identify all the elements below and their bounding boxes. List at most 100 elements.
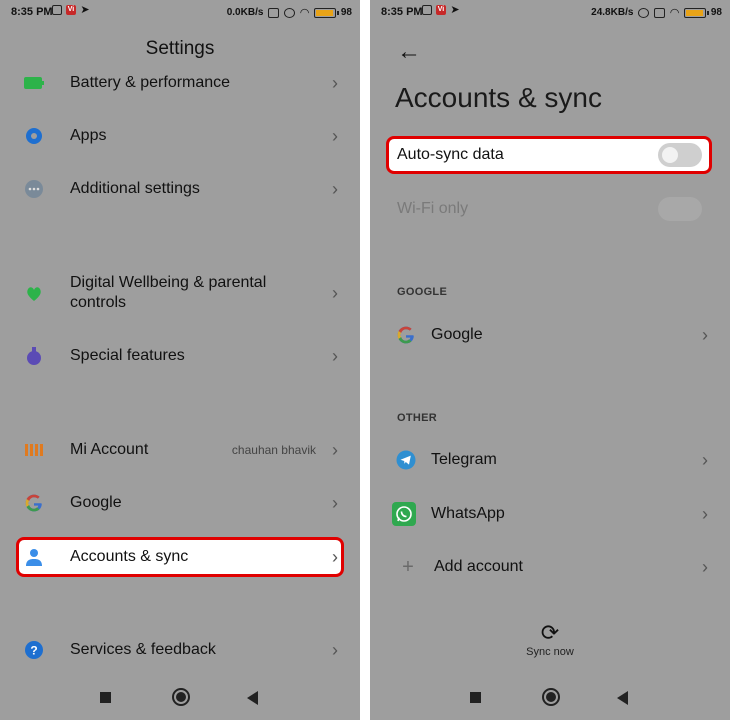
alarm-icon xyxy=(638,7,650,18)
settings-item-label: Battery & performance xyxy=(70,74,231,91)
account-item-google[interactable]: Google › xyxy=(370,313,730,357)
sync-now-button[interactable]: ⟳ Sync now xyxy=(370,620,730,659)
google-icon xyxy=(24,493,44,513)
settings-item-additional-settings[interactable]: Additional settings › xyxy=(0,167,360,211)
gear-icon xyxy=(24,126,44,146)
settings-item-label: Special features xyxy=(70,347,185,364)
settings-item-mi-account[interactable]: Mi Account chauhan bhavik › xyxy=(0,428,360,472)
chevron-right-icon: › xyxy=(332,178,338,199)
alarm-icon xyxy=(284,7,296,18)
settings-item-special-features[interactable]: Special features › xyxy=(0,334,360,378)
settings-item-label: Services & feedback xyxy=(70,641,216,658)
recent-apps-button[interactable] xyxy=(470,692,481,703)
status-time: 8:35 PM xyxy=(381,6,423,18)
settings-item-label: Accounts & sync xyxy=(70,548,189,565)
chevron-right-icon: › xyxy=(702,503,708,524)
person-icon xyxy=(24,547,44,567)
accounts-sync-screen: 8:35 PM Vi ➤ 24.8KB/s ◠ 98 ← Accounts & … xyxy=(370,0,730,720)
network-speed: 0.0KB/s xyxy=(226,7,264,18)
wellbeing-icon xyxy=(24,283,44,303)
battery-level: 98 xyxy=(710,7,722,18)
chevron-right-icon: › xyxy=(332,345,338,366)
chevron-right-icon: › xyxy=(332,639,338,660)
settings-item-services-feedback[interactable]: ? Services & feedback › xyxy=(0,628,360,672)
status-time: 8:35 PM xyxy=(11,6,53,18)
settings-item-label: Digital Wellbeing & parental controls xyxy=(70,274,267,311)
settings-item-battery-performance[interactable]: Battery & performance › xyxy=(0,61,360,105)
chevron-right-icon: › xyxy=(702,556,708,577)
battery-status-icon xyxy=(683,7,709,18)
chevron-right-icon: › xyxy=(332,546,338,567)
chevron-right-icon: › xyxy=(702,449,708,470)
recent-apps-button[interactable] xyxy=(100,692,111,703)
settings-screen: 8:35 PM Vi ➤ 0.0KB/s ◠ 98 Settings Batte… xyxy=(0,0,360,720)
mi-icon xyxy=(24,440,44,460)
chevron-right-icon: › xyxy=(332,282,338,303)
page-title: Settings xyxy=(145,38,215,59)
google-icon xyxy=(396,325,416,345)
home-button[interactable] xyxy=(542,688,560,706)
add-account-label: Add account xyxy=(434,558,523,575)
battery-status-icon xyxy=(313,7,339,18)
section-other: OTHER xyxy=(397,412,437,424)
notification-icons: Vi ➤ xyxy=(52,4,90,16)
nfc-icon xyxy=(268,7,280,18)
settings-item-label: Google xyxy=(70,494,122,511)
nav-bar xyxy=(370,676,730,720)
status-right: 24.8KB/s ◠ 98 xyxy=(591,6,722,19)
vi-icon: Vi xyxy=(436,5,446,15)
telegram-notification-icon: ➤ xyxy=(80,4,90,16)
page-title: Accounts & sync xyxy=(395,82,602,113)
settings-item-label: Additional settings xyxy=(70,180,200,197)
settings-item-apps[interactable]: Apps › xyxy=(0,114,360,158)
settings-item-label: Mi Account xyxy=(70,441,149,458)
account-item-label: Telegram xyxy=(431,451,497,468)
back-arrow-icon[interactable]: ← xyxy=(397,38,421,66)
chevron-right-icon: › xyxy=(332,439,338,460)
sync-now-label: Sync now xyxy=(526,646,574,658)
nfc-icon xyxy=(654,7,666,18)
add-account-button[interactable]: + Add account › xyxy=(370,545,730,589)
settings-item-label: Apps xyxy=(70,127,107,144)
account-item-label: Google xyxy=(431,326,483,343)
settings-item-accounts-sync[interactable]: Accounts & sync › xyxy=(0,535,360,579)
section-google: GOOGLE xyxy=(397,286,448,298)
notification-icons: Vi ➤ xyxy=(422,4,460,16)
back-button[interactable] xyxy=(247,691,258,705)
chevron-right-icon: › xyxy=(332,492,338,513)
telegram-icon xyxy=(396,450,416,470)
auto-sync-label: Auto-sync data xyxy=(397,146,504,163)
wifi-icon: ◠ xyxy=(300,7,309,19)
battery-level: 98 xyxy=(340,7,352,18)
account-item-whatsapp[interactable]: WhatsApp › xyxy=(370,492,730,536)
home-button[interactable] xyxy=(172,688,190,706)
dots-icon xyxy=(24,179,44,199)
chevron-right-icon: › xyxy=(702,324,708,345)
whatsapp-icon xyxy=(392,502,416,526)
account-item-telegram[interactable]: Telegram › xyxy=(370,438,730,482)
wifi-icon: ◠ xyxy=(670,7,679,19)
help-icon: ? xyxy=(24,640,44,660)
account-item-label: WhatsApp xyxy=(431,505,505,522)
battery-icon xyxy=(24,73,44,93)
settings-item-google[interactable]: Google › xyxy=(0,481,360,525)
chevron-right-icon: › xyxy=(332,125,338,146)
svg-text:?: ? xyxy=(30,644,37,658)
wifi-only-toggle[interactable] xyxy=(658,197,702,221)
mi-account-name: chauhan bhavik xyxy=(231,443,316,457)
special-features-icon xyxy=(24,346,44,366)
telegram-notification-icon: ➤ xyxy=(450,4,460,16)
status-right: 0.0KB/s ◠ 98 xyxy=(227,6,352,19)
chevron-right-icon: › xyxy=(332,72,338,93)
settings-item-digital-wellbeing[interactable]: Digital Wellbeing & parental controls › xyxy=(0,266,360,320)
auto-sync-toggle[interactable] xyxy=(658,143,702,167)
network-speed: 24.8KB/s xyxy=(591,7,634,18)
message-icon xyxy=(422,5,432,15)
wifi-only-label: Wi-Fi only xyxy=(397,200,469,217)
plus-icon: + xyxy=(402,555,414,578)
sync-icon: ⟳ xyxy=(540,620,560,645)
message-icon xyxy=(52,5,62,15)
status-bar: 8:35 PM Vi ➤ 0.0KB/s ◠ 98 xyxy=(0,0,360,24)
nav-bar xyxy=(0,676,360,720)
back-button[interactable] xyxy=(617,691,628,705)
